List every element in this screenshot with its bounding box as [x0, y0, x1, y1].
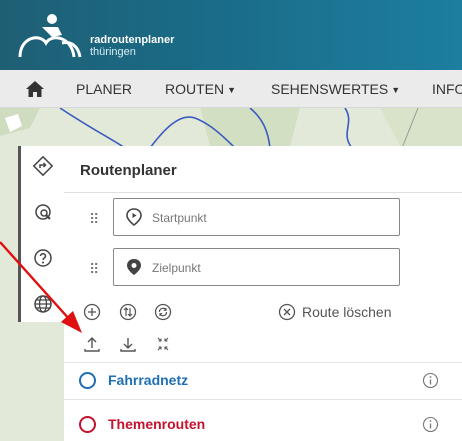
nav-label-sehenswertes: SEHENSWERTES [271, 81, 389, 97]
upload-icon [84, 337, 100, 352]
clear-route-label: Route löschen [302, 304, 392, 320]
add-waypoint-button[interactable] [82, 302, 102, 322]
download-button[interactable] [118, 334, 138, 354]
clear-route-button[interactable]: Route löschen [278, 302, 392, 322]
roundtrip-icon [154, 303, 172, 321]
nav-label-routen: ROUTEN [165, 81, 225, 97]
route-search-icon [35, 204, 51, 220]
start-marker-icon [126, 208, 142, 226]
layer-item-themenrouten[interactable]: Themenrouten [64, 408, 462, 441]
destination-input[interactable] [152, 258, 382, 278]
nav-item-routen[interactable]: ROUTEN ▼ [165, 70, 237, 107]
help-button[interactable] [21, 238, 65, 278]
roundtrip-button[interactable] [153, 302, 173, 322]
info-icon[interactable] [422, 416, 439, 433]
nav-item-info[interactable]: INFO [432, 70, 462, 107]
brand-line1: radroutenplaner [90, 34, 175, 46]
globe-icon [34, 295, 52, 313]
route-planner-icon [33, 156, 53, 176]
drag-handle-icon[interactable]: ⠿ [89, 212, 99, 226]
panel-title: Routenplaner [80, 162, 177, 179]
layer-toggle-icon[interactable] [79, 372, 96, 389]
layer-toggle-icon[interactable] [79, 416, 96, 433]
layer-label: Fahrradnetz [108, 372, 189, 388]
download-icon [120, 338, 136, 352]
side-toolbar [18, 146, 65, 322]
brand-name: radroutenplaner thüringen [90, 34, 174, 58]
reverse-route-icon [119, 303, 137, 321]
clear-circle-icon [278, 303, 296, 321]
info-icon[interactable] [422, 372, 439, 389]
layer-label: Themenrouten [108, 416, 206, 432]
chevron-down-icon: ▼ [227, 85, 237, 95]
route-planner-button[interactable] [21, 146, 65, 186]
add-waypoint-icon [83, 303, 101, 321]
route-planner-panel: Routenplaner ⠿ ⠿ [64, 146, 462, 441]
chevron-down-icon: ▼ [391, 85, 401, 95]
panel-divider [64, 192, 462, 193]
globe-button[interactable] [21, 284, 65, 324]
main-navbar: PLANER ROUTEN▼ SEHENSWERTES▼ INFO [0, 70, 462, 108]
collapse-icon [157, 337, 169, 351]
layer-divider [64, 399, 462, 400]
layer-divider [64, 362, 462, 363]
reverse-route-button[interactable] [118, 302, 138, 322]
nav-item-planer[interactable]: PLANER [76, 70, 133, 107]
nav-label-info: INFO [432, 81, 462, 97]
destination-marker-icon [127, 259, 141, 275]
brand-line2: thüringen [90, 46, 136, 58]
logo-icon[interactable] [18, 13, 82, 59]
route-search-button[interactable] [21, 192, 65, 232]
drag-handle-icon[interactable]: ⠿ [89, 262, 99, 276]
app-header: radroutenplaner thüringen [0, 0, 462, 70]
nav-label-planer: PLANER [76, 81, 133, 97]
start-input[interactable] [152, 208, 382, 228]
start-field [113, 198, 400, 236]
layer-item-fahrradnetz[interactable]: Fahrradnetz [64, 364, 462, 398]
upload-button[interactable] [82, 334, 102, 354]
help-icon [34, 249, 52, 267]
nav-item-sehenswertes[interactable]: SEHENSWERTES ▼ [271, 70, 401, 107]
destination-field [113, 248, 400, 286]
home-icon[interactable] [25, 79, 45, 99]
collapse-button[interactable] [153, 334, 173, 354]
